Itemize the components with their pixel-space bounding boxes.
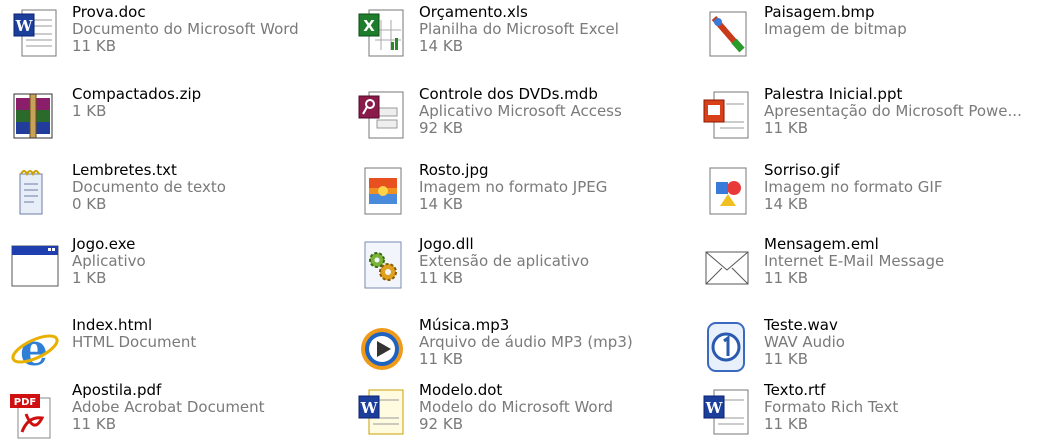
email-envelope-icon [700,238,756,294]
file-name: Lembretes.txt [72,161,177,179]
file-item[interactable]: W Prova.doc Documento do Microsoft Word … [8,0,348,70]
gif-image-icon [700,164,756,220]
word-doc-icon: W [8,6,64,62]
file-item[interactable]: PDF Apostila.pdf Adobe Acrobat Document … [8,378,348,448]
file-item[interactable]: Rosto.jpg Imagem no formato JPEG 14 KB [355,158,695,228]
internet-explorer-icon: e [8,319,64,375]
file-name: Prova.doc [72,3,146,21]
file-item[interactable]: Compactados.zip 1 KB [8,82,348,152]
file-type: Formato Rich Text [764,398,899,416]
file-item[interactable]: Paisagem.bmp Imagem de bitmap [700,0,1040,70]
file-item[interactable]: Mensagem.eml Internet E-Mail Message 11 … [700,232,1040,302]
file-type: Arquivo de áudio MP3 (mp3) [419,333,633,351]
file-name: Apostila.pdf [72,381,162,399]
file-item[interactable]: Sorriso.gif Imagem no formato GIF 14 KB [700,158,1040,228]
file-name: Palestra Inicial.ppt [764,85,903,103]
file-type: Imagem no formato GIF [764,178,943,196]
dll-gears-icon [355,238,411,294]
file-name: Texto.rtf [764,381,826,399]
file-type: Extensão de aplicativo [419,252,590,270]
file-item[interactable]: W Modelo.dot Modelo do Microsoft Word 92… [355,378,695,448]
file-name: Index.html [72,316,153,334]
file-size: 11 KB [72,37,116,55]
access-database-icon [355,88,411,144]
file-name: Mensagem.eml [764,235,879,253]
svg-text:W: W [705,399,724,417]
file-type: Modelo do Microsoft Word [419,398,614,416]
file-size: 11 KB [419,269,463,287]
file-item[interactable]: Jogo.exe Aplicativo 1 KB [8,232,348,302]
file-size: 1 KB [72,102,107,120]
file-type: WAV Audio [764,333,845,351]
file-item[interactable]: Controle dos DVDs.mdb Aplicativo Microso… [355,82,695,152]
paint-brush-icon [700,6,756,62]
svg-text:W: W [360,399,379,417]
file-name: Controle dos DVDs.mdb [419,85,598,103]
file-name: Sorriso.gif [764,161,840,179]
file-size: 11 KB [764,350,808,368]
file-size: 0 KB [72,195,107,213]
file-name: Música.mp3 [419,316,510,334]
file-size: 1 KB [72,269,107,287]
file-item[interactable]: Jogo.dll Extensão de aplicativo 11 KB [355,232,695,302]
pdf-icon: PDF [8,384,64,440]
file-type: Documento do Microsoft Word [72,20,299,38]
notepad-text-icon [8,164,64,220]
file-size: 11 KB [764,269,808,287]
file-size: 11 KB [419,350,463,368]
file-size: 92 KB [419,415,463,433]
file-type: Imagem de bitmap [764,20,907,38]
file-item[interactable]: Palestra Inicial.ppt Apresentação do Mic… [700,82,1040,152]
application-window-icon [8,238,64,294]
file-name: Jogo.exe [72,235,136,253]
file-name: Paisagem.bmp [764,3,875,21]
file-size: 14 KB [419,37,463,55]
file-size: 11 KB [764,119,808,137]
file-item[interactable]: W Texto.rtf Formato Rich Text 11 KB [700,378,1040,448]
wordpad-rtf-icon: W [700,384,756,440]
svg-text:X: X [363,17,375,35]
file-name: Compactados.zip [72,85,202,103]
file-name: Rosto.jpg [419,161,489,179]
jpeg-image-icon [355,164,411,220]
word-template-icon: W [355,384,411,440]
powerpoint-icon [700,88,756,144]
file-size: 14 KB [764,195,808,213]
file-type: Planilha do Microsoft Excel [419,20,619,38]
wav-audio-icon [700,319,756,375]
file-name: Orçamento.xls [419,3,528,21]
file-size: 92 KB [419,119,463,137]
file-type: Documento de texto [72,178,226,196]
file-type: Imagem no formato JPEG [419,178,608,196]
svg-text:W: W [15,17,34,35]
winrar-archive-icon [8,88,64,144]
file-type: Apresentação do Microsoft Powe... [764,102,1022,120]
excel-sheet-icon: X [355,6,411,62]
file-item[interactable]: Teste.wav WAV Audio 11 KB [700,313,1040,383]
svg-text:e: e [20,325,48,375]
file-name: Teste.wav [764,316,838,334]
file-name: Jogo.dll [419,235,474,253]
file-item[interactable]: Música.mp3 Arquivo de áudio MP3 (mp3) 11… [355,313,695,383]
file-type: Internet E-Mail Message [764,252,945,270]
file-item[interactable]: X Orçamento.xls Planilha do Microsoft Ex… [355,0,695,70]
file-type: HTML Document [72,333,197,351]
file-item[interactable]: e Index.html HTML Document [8,313,348,383]
file-size: 11 KB [764,415,808,433]
file-type: Adobe Acrobat Document [72,398,265,416]
file-name: Modelo.dot [419,381,503,399]
file-size: 14 KB [419,195,463,213]
file-size: 11 KB [72,415,116,433]
file-item[interactable]: Lembretes.txt Documento de texto 0 KB [8,158,348,228]
svg-text:PDF: PDF [14,397,36,408]
file-type: Aplicativo [72,252,146,270]
media-player-icon [355,319,411,375]
file-type: Aplicativo Microsoft Access [419,102,622,120]
